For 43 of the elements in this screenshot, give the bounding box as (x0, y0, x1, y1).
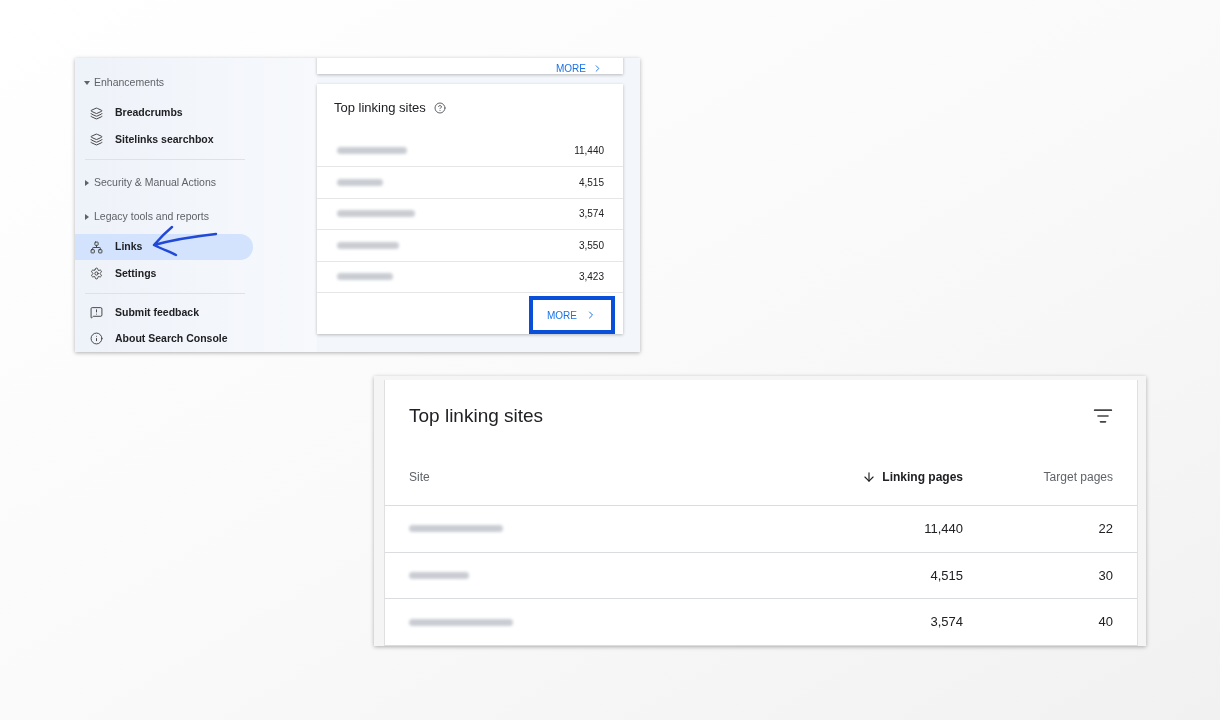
sidebar-section[interactable]: Security & Manual Actions (75, 169, 317, 196)
table-title: Top linking sites (409, 404, 544, 428)
table-cell-text: 22 (1097, 520, 1113, 539)
column-header[interactable]: Linking pages (783, 467, 963, 486)
table-cell-text: 30 (1097, 566, 1113, 585)
layers-icon (90, 133, 103, 147)
layers-icon (90, 106, 103, 120)
column-header[interactable]: Site (409, 467, 783, 486)
linking-count: 3,550 (578, 238, 604, 253)
sidebar-section[interactable]: Enhancements (75, 70, 317, 97)
table-cell-text: 40 (1097, 613, 1113, 632)
info-icon (90, 332, 103, 346)
linking-count: 3,574 (578, 207, 604, 222)
card-title: Top linking sites (334, 99, 426, 117)
sidebar-item[interactable]: Breadcrumbs (75, 100, 253, 127)
sidebar-item[interactable]: Sitelinks searchbox (75, 126, 253, 153)
more-button[interactable]: MORE (529, 296, 615, 334)
blurred-site-name (337, 273, 393, 281)
sidebar-item[interactable]: Settings (75, 260, 253, 287)
linking-count: 3,423 (578, 270, 604, 285)
network-icon (90, 240, 103, 254)
sidebar-section[interactable]: Legacy tools and reports (75, 203, 317, 231)
settings-icon (90, 266, 103, 280)
blurred-site-name (337, 178, 383, 186)
blurred-site-name (337, 241, 399, 249)
caret-icon (85, 214, 89, 220)
more-link[interactable]: MORE (556, 61, 603, 76)
sidebar-item[interactable]: Submit feedback (75, 299, 253, 326)
column-header[interactable]: Target pages (963, 467, 1113, 486)
caret-icon (85, 179, 89, 186)
feedback-icon (90, 306, 103, 320)
table-cell-text: 4,515 (929, 566, 963, 585)
blurred-site-name (409, 572, 469, 579)
linking-count: 4,515 (578, 175, 604, 190)
linking-count: 11,440 (574, 144, 604, 159)
sidebar-item[interactable]: About Search Console (75, 325, 253, 352)
table-cell-text: 11,440 (923, 520, 963, 539)
table-cell-text: 3,574 (929, 613, 963, 632)
caret-icon (84, 81, 90, 86)
blurred-site-name (337, 147, 407, 155)
hand-drawn-arrow (150, 224, 220, 258)
help-icon (433, 101, 446, 114)
sidebar-item[interactable]: Links (75, 234, 253, 261)
